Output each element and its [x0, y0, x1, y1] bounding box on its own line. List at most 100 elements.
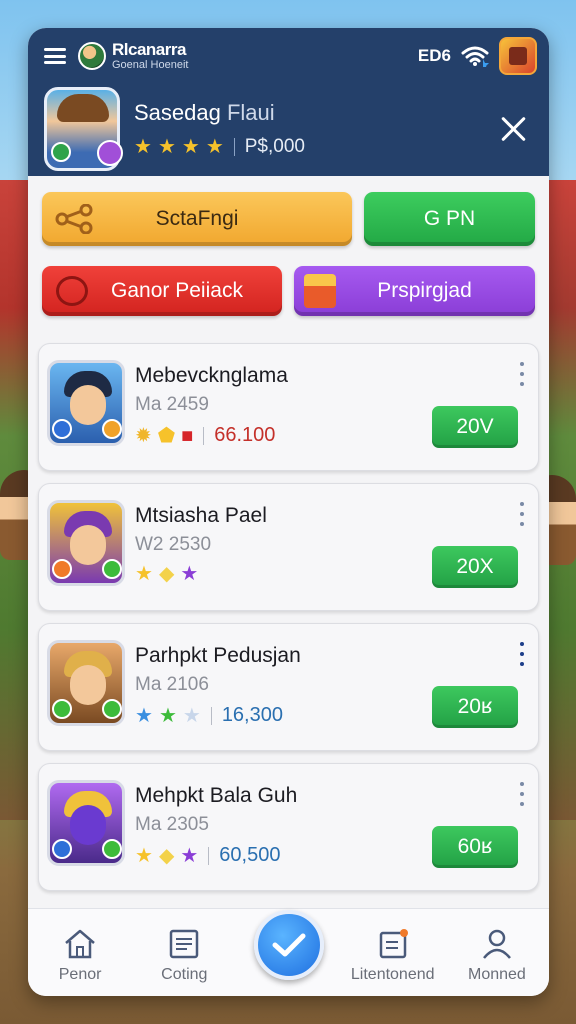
nav-coting[interactable]: Coting — [132, 908, 236, 996]
game-card[interactable]: Mebevcknglama Ma 2459 ✹ ⬟ ■ 66.100 20V — [38, 343, 539, 471]
divider — [208, 846, 210, 865]
nav-leaderboard-label: Litentonend — [350, 966, 435, 983]
nav-home-label: Penor — [58, 966, 102, 983]
special-offer-button[interactable]: Prspirgjad — [294, 266, 535, 316]
player-points: P$,000 — [244, 136, 305, 157]
bottom-navigation: Penor Coting Litentonend Monned — [28, 908, 549, 996]
game-subtitle: Ma 2305 — [135, 814, 209, 835]
nav-coting-label: Coting — [161, 966, 208, 983]
nav-profile[interactable]: Monned — [445, 908, 549, 996]
nav-home[interactable]: Penor — [28, 908, 132, 996]
more-options-icon[interactable] — [518, 782, 526, 806]
app-title-block: Rlcanarra Goenal Hoeneit — [112, 41, 188, 71]
game-subtitle: Ma 2106 — [135, 674, 209, 695]
game-pack-button-label: Ganor Peiiack — [111, 279, 243, 302]
profile-info: Sasedag Flaui ★ ★ ★ ★ P$,000 — [134, 100, 305, 158]
gold-gem-icon: ✹ — [135, 424, 152, 447]
blue-star-icon: ★ — [135, 704, 153, 727]
app-logo — [78, 42, 106, 70]
top-right-status: ED6 — [418, 37, 537, 75]
action-row-top: SctaFngi G PN — [42, 192, 535, 246]
game-action-button[interactable]: 60ʁ — [432, 826, 518, 868]
green-star-icon: ★ — [158, 704, 177, 727]
game-subtitle: W2 2530 — [135, 534, 212, 555]
special-offer-button-label: Prspirgjad — [377, 279, 472, 302]
game-value: 60,500 — [219, 844, 281, 866]
game-pack-button[interactable]: Ganor Peiiack — [42, 266, 282, 316]
action-row-bottom: Ganor Peiiack Prspirgjad — [42, 266, 535, 316]
game-action-button[interactable]: 20ʁ — [432, 686, 518, 728]
gift-box-icon — [304, 274, 336, 308]
app-subtitle: Goenal Hoeneit — [112, 59, 189, 71]
checkmark-icon — [272, 933, 305, 957]
game-meta: ★ ◆ ★ — [135, 564, 198, 584]
nav-leaderboard[interactable]: Litentonend — [341, 908, 445, 996]
game-action-button[interactable]: 20X — [432, 546, 518, 588]
game-value: 66.100 — [214, 424, 276, 446]
game-meta: ★ ★ ★ 16,300 — [135, 704, 283, 727]
player-name-primary: Sasedag — [134, 100, 221, 125]
confirm-check-button[interactable] — [253, 910, 324, 980]
purple-star-icon: ★ — [180, 844, 199, 867]
silver-star-icon: ★ — [182, 704, 201, 727]
game-title: Mebevcknglama — [135, 364, 288, 387]
open-button[interactable]: G PN — [364, 192, 535, 246]
game-title: Parhpkt Pedusjan — [135, 644, 301, 667]
close-icon[interactable] — [493, 109, 533, 149]
game-card[interactable]: Mtsiasha Pael W2 2530 ★ ◆ ★ 20X — [38, 483, 539, 611]
open-button-label: G PN — [423, 207, 476, 230]
divider — [233, 138, 235, 156]
gear-badge-icon — [97, 140, 123, 166]
star-icon: ★ — [134, 136, 152, 158]
game-card[interactable]: Mehpkt Bala Guh Ma 2305 ★ ◆ ★ 60,500 60ʁ — [38, 763, 539, 891]
game-title: Mtsiasha Pael — [135, 504, 267, 527]
purple-star-icon: ★ — [180, 563, 199, 585]
game-meta: ✹ ⬟ ■ 66.100 — [135, 424, 275, 447]
home-icon — [65, 929, 95, 959]
star-icon: ★ — [181, 136, 200, 158]
gold-star-icon: ★ — [135, 563, 153, 585]
user-icon — [482, 929, 511, 959]
game-meta: ★ ◆ ★ 60,500 — [135, 844, 280, 867]
top-bar: Rlcanarra Goenal Hoeneit ED6 — [44, 36, 537, 76]
game-avatar — [47, 500, 125, 586]
player-profile: Sasedag Flaui ★ ★ ★ ★ P$,000 — [44, 87, 533, 171]
gold-diamond-icon: ⬟ — [157, 424, 176, 447]
game-avatar — [47, 640, 125, 726]
notes-edit-icon — [379, 929, 408, 959]
main-panel: Rlcanarra Goenal Hoeneit ED6 Sasedag Fla… — [28, 28, 549, 996]
player-name-suffix: Flaui — [226, 100, 275, 125]
star-icon: ★ — [157, 136, 176, 158]
header: Rlcanarra Goenal Hoeneit ED6 Sasedag Fla… — [28, 28, 549, 176]
game-subtitle: Ma 2459 — [135, 394, 209, 415]
star-icon: ★ — [205, 136, 224, 158]
share-button[interactable]: SctaFngi — [42, 192, 352, 246]
game-avatar — [47, 780, 125, 866]
play-badge-icon — [51, 142, 71, 162]
game-action-button[interactable]: 20V — [432, 406, 518, 448]
game-value: 16,300 — [221, 704, 283, 726]
action-buttons: SctaFngi G PN Ganor Peiiack Prspirgjad — [42, 192, 535, 336]
more-options-icon[interactable] — [518, 362, 526, 386]
more-options-icon[interactable] — [518, 502, 526, 526]
player-name: Sasedag Flaui — [134, 100, 305, 126]
red-cube-icon: ■ — [181, 424, 194, 447]
reward-chest-icon[interactable] — [499, 37, 537, 75]
hamburger-menu-icon[interactable] — [44, 48, 66, 64]
yellow-diamond-icon: ◆ — [158, 844, 175, 867]
profile-meta: ★ ★ ★ ★ P$,000 — [134, 136, 305, 158]
share-button-label: SctaFngi — [155, 207, 239, 230]
game-card[interactable]: Parhpkt Pedusjan Ma 2106 ★ ★ ★ 16,300 20… — [38, 623, 539, 751]
status-code: ED6 — [417, 46, 451, 65]
game-avatar — [47, 360, 125, 446]
shield-icon — [56, 276, 88, 306]
yellow-diamond-icon: ◆ — [158, 563, 175, 585]
document-icon — [170, 929, 199, 959]
gold-star-icon: ★ — [135, 844, 153, 867]
nav-center — [236, 908, 340, 996]
divider — [203, 426, 205, 445]
wifi-icon — [461, 46, 489, 67]
player-avatar[interactable] — [44, 87, 123, 171]
share-icon — [55, 204, 93, 234]
more-options-icon[interactable] — [518, 642, 526, 666]
